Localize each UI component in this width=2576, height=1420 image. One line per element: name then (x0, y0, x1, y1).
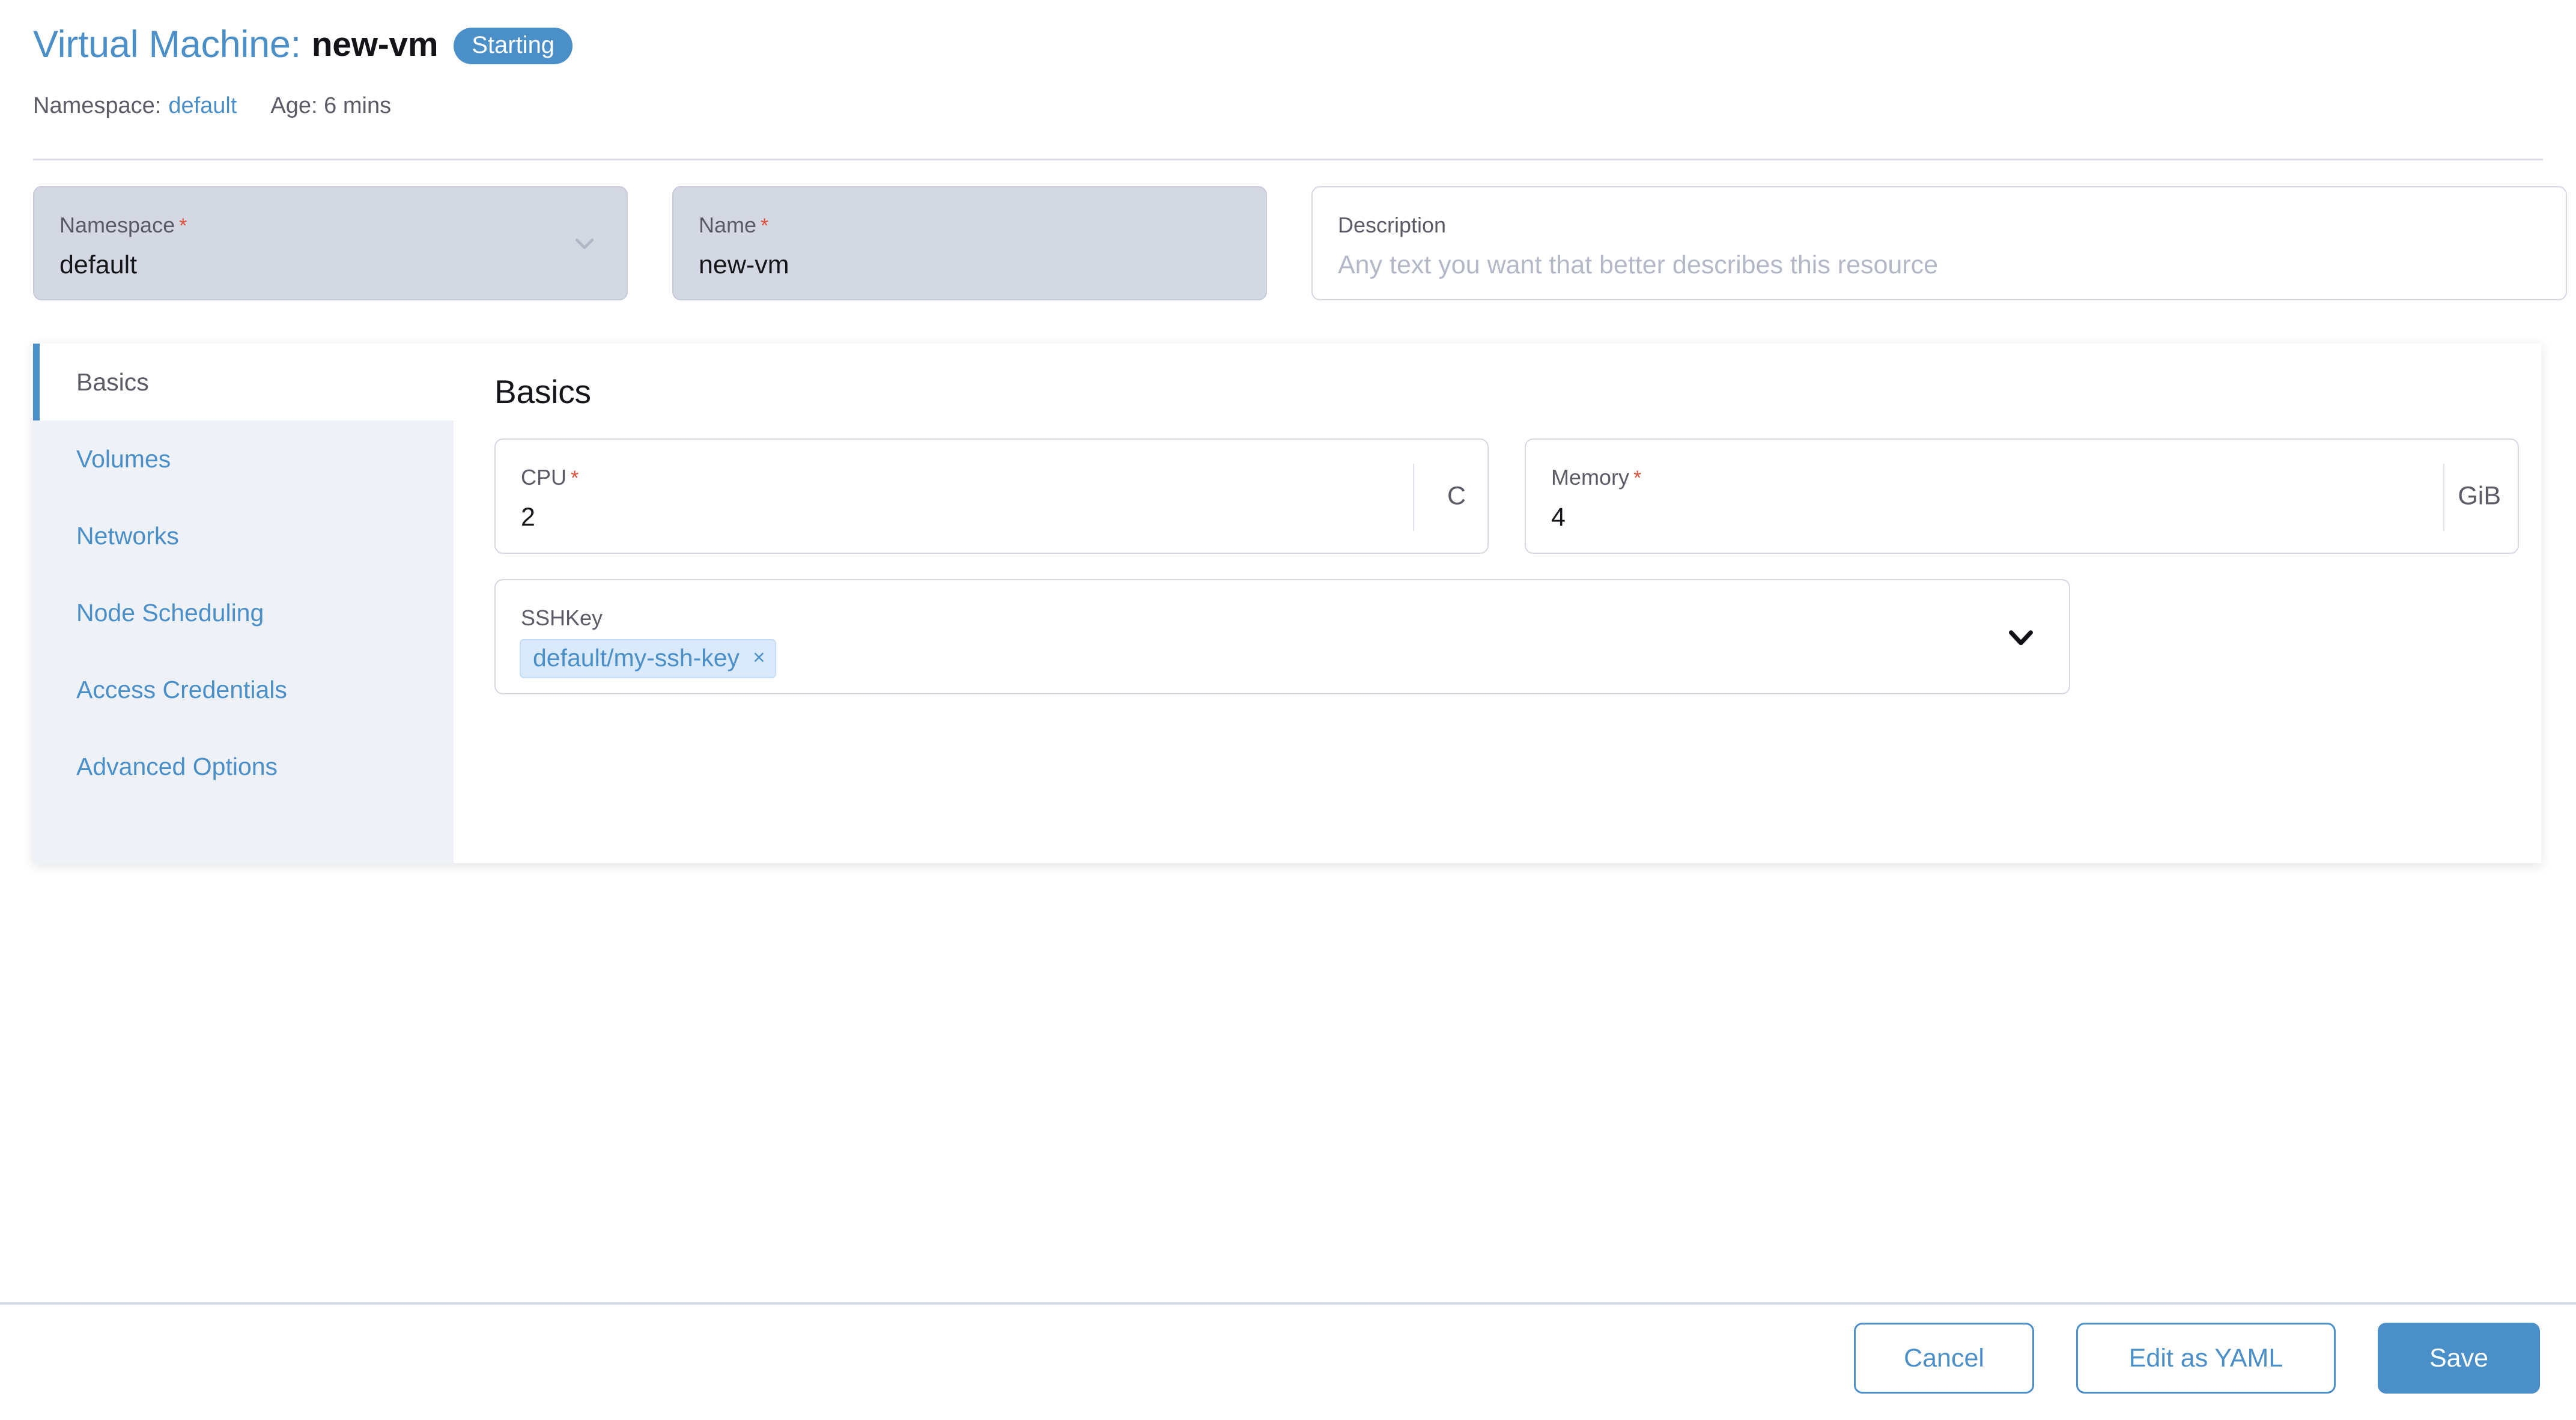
tab-networks[interactable]: Networks (33, 497, 454, 574)
top-field-row: Namespace* default Name* new-vm Descript… (33, 186, 2567, 300)
cpu-unit-label: C (1447, 482, 1466, 511)
sshkey-row: SSHKey default/my-ssh-key × (494, 579, 2541, 694)
sshkey-chip-label: default/my-ssh-key (533, 644, 740, 672)
cpu-field-value: 2 (521, 503, 535, 532)
page-title-prefix: Virtual Machine: (33, 23, 301, 66)
tab-label: Node Scheduling (76, 599, 264, 627)
page-title: Virtual Machine: new-vm Starting (33, 23, 573, 66)
main-panel: Basics Volumes Networks Node Scheduling … (33, 344, 2541, 863)
cpu-input[interactable]: CPU* 2 C (494, 438, 1489, 554)
memory-input[interactable]: Memory* 4 GiB (1525, 438, 2519, 554)
description-placeholder: Any text you want that better describes … (1338, 250, 1938, 280)
namespace-field-value: default (59, 250, 137, 280)
description-field-label: Description (1338, 213, 1446, 238)
unit-divider (1413, 464, 1414, 531)
namespace-select[interactable]: Namespace* default (33, 186, 628, 300)
unit-divider (2443, 464, 2444, 531)
tab-label: Access Credentials (76, 676, 287, 704)
save-button[interactable]: Save (2378, 1323, 2540, 1394)
sshkey-chip[interactable]: default/my-ssh-key × (520, 639, 776, 678)
cpu-field-label: CPU* (521, 465, 579, 490)
close-icon[interactable]: × (753, 647, 765, 668)
chevron-down-icon[interactable] (2004, 620, 2038, 654)
description-input[interactable]: Description Any text you want that bette… (1311, 186, 2567, 300)
edit-as-yaml-button[interactable]: Edit as YAML (2076, 1323, 2336, 1394)
cpu-memory-row: CPU* 2 C Memory* 4 GiB (494, 438, 2541, 554)
footer-divider (0, 1302, 2576, 1305)
tab-label: Basics (76, 368, 149, 396)
tab-label: Volumes (76, 445, 171, 473)
tab-basics[interactable]: Basics (33, 344, 454, 420)
sshkey-select[interactable]: SSHKey default/my-ssh-key × (494, 579, 2070, 694)
status-badge: Starting (454, 28, 573, 64)
section-heading: Basics (494, 372, 2541, 411)
required-marker: * (1633, 467, 1641, 490)
age-label: Age: 6 mins (270, 93, 391, 119)
resource-meta: Namespace: default Age: 6 mins (33, 93, 391, 119)
header-divider (33, 159, 2543, 160)
page-title-resource-name: new-vm (312, 25, 438, 64)
footer-actions: Cancel Edit as YAML Save (1854, 1323, 2540, 1394)
tab-volumes[interactable]: Volumes (33, 420, 454, 497)
tab-label: Networks (76, 522, 179, 550)
memory-field-value: 4 (1551, 503, 1566, 532)
required-marker: * (761, 214, 768, 237)
tab-advanced-options[interactable]: Advanced Options (33, 728, 454, 805)
required-marker: * (571, 467, 579, 490)
name-field-label: Name* (699, 213, 768, 238)
cancel-button[interactable]: Cancel (1854, 1323, 2034, 1394)
sshkey-field-label: SSHKey (521, 605, 603, 631)
namespace-link[interactable]: default (168, 93, 237, 119)
memory-field-label: Memory* (1551, 465, 1641, 490)
name-field-value: new-vm (699, 250, 789, 280)
chevron-down-icon (571, 230, 598, 256)
namespace-label: Namespace: (33, 93, 161, 119)
required-marker: * (179, 214, 187, 237)
tab-label: Advanced Options (76, 753, 278, 781)
namespace-field-label: Namespace* (59, 213, 187, 238)
memory-unit-label: GiB (2458, 482, 2501, 511)
tab-node-scheduling[interactable]: Node Scheduling (33, 574, 454, 651)
tab-sidebar: Basics Volumes Networks Node Scheduling … (33, 344, 454, 863)
tab-panel-basics: Basics CPU* 2 C Memory* 4 GiB S (454, 344, 2541, 863)
name-input[interactable]: Name* new-vm (672, 186, 1267, 300)
tab-access-credentials[interactable]: Access Credentials (33, 651, 454, 728)
